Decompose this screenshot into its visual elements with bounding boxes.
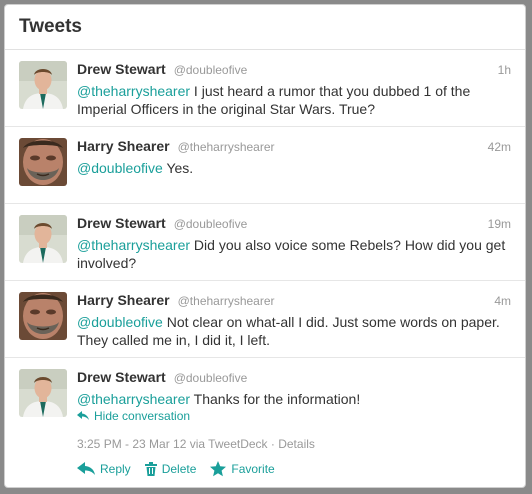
tweets-panel: Tweets Drew Stewart @doubleofive 1h @thehar… <box>4 4 526 488</box>
tweet-text: @theharryshearer I just heard a rumor th… <box>77 82 511 118</box>
tweet-content: Drew Stewart @doubleofive 19m @theharryshea… <box>77 215 511 272</box>
tweet-time[interactable]: 4m <box>494 294 511 308</box>
tweet-item[interactable]: Drew Stewart @doubleofive @theharryshearer… <box>5 358 525 487</box>
panel-title: Tweets <box>19 16 83 37</box>
delete-label[interactable]: Delete <box>162 462 197 476</box>
tweet-body: Yes. <box>162 160 194 176</box>
star-icon <box>210 461 227 477</box>
favorite-button[interactable]: Favorite <box>210 461 275 477</box>
tweet-text: @doubleofive Yes. <box>77 159 511 177</box>
tweet-body: Thanks for the information! <box>190 391 361 407</box>
tweet-text: @doubleofive Not clear on what-all I did… <box>77 313 511 349</box>
hide-conversation-label[interactable]: Hide conversation <box>94 409 190 423</box>
author-handle[interactable]: @theharryshearer <box>178 140 275 154</box>
tweet-item[interactable]: Harry Shearer @theharryshearer 42m @doubleo… <box>5 127 525 204</box>
tweet-content: Harry Shearer @theharryshearer 4m @doubleof… <box>77 292 511 349</box>
mention-link[interactable]: @doubleofive <box>77 160 163 176</box>
separator: · <box>267 437 279 451</box>
reply-label[interactable]: Reply <box>100 462 131 476</box>
via-client: via TweetDeck <box>186 437 268 451</box>
tweet-content: Harry Shearer @theharryshearer 42m @doubleo… <box>77 138 511 177</box>
reply-button[interactable]: Reply <box>77 462 131 476</box>
tweet-content: Drew Stewart @doubleofive 1h @theharryshear… <box>77 61 511 118</box>
tweet-time[interactable]: 1h <box>498 63 511 77</box>
full-timestamp[interactable]: 3:25 PM - 23 Mar 12 <box>77 437 186 451</box>
panel-header: Tweets <box>5 5 525 50</box>
tweet-item[interactable]: Drew Stewart @doubleofive 19m @theharryshea… <box>5 204 525 281</box>
author-name[interactable]: Drew Stewart <box>77 369 166 385</box>
delete-button[interactable]: Delete <box>144 462 197 476</box>
tweet-meta: Drew Stewart @doubleofive <box>77 369 511 389</box>
mention-link[interactable]: @theharryshearer <box>77 391 190 407</box>
author-name[interactable]: Drew Stewart <box>77 215 166 231</box>
author-name[interactable]: Drew Stewart <box>77 61 166 77</box>
details-link[interactable]: Details <box>278 437 315 451</box>
tweet-text: @theharryshearer Did you also voice some… <box>77 236 511 272</box>
favorite-label[interactable]: Favorite <box>231 462 274 476</box>
tweet-meta: Harry Shearer @theharryshearer 42m <box>77 138 511 158</box>
tweet-time[interactable]: 42m <box>488 140 511 154</box>
author-handle[interactable]: @doubleofive <box>174 63 248 77</box>
avatar[interactable] <box>19 61 67 109</box>
avatar[interactable] <box>19 292 67 340</box>
author-handle[interactable]: @theharryshearer <box>178 294 275 308</box>
avatar[interactable] <box>19 138 67 186</box>
tweet-meta: Drew Stewart @doubleofive 19m <box>77 215 511 235</box>
tweet-meta: Harry Shearer @theharryshearer 4m <box>77 292 511 312</box>
tweet-meta: Drew Stewart @doubleofive 1h <box>77 61 511 81</box>
trash-icon <box>144 462 157 476</box>
tweet-list: Drew Stewart @doubleofive 1h @theharryshear… <box>5 50 525 487</box>
tweet-details-line: 3:25 PM - 23 Mar 12 via TweetDeck · Deta… <box>77 437 511 451</box>
tweet-item[interactable]: Harry Shearer @theharryshearer 4m @doubleof… <box>5 281 525 358</box>
mention-link[interactable]: @doubleofive <box>77 314 163 330</box>
avatar[interactable] <box>19 369 67 417</box>
tweet-actions: Reply Delete Favorite <box>77 461 511 477</box>
author-name[interactable]: Harry Shearer <box>77 138 170 154</box>
tweet-text: @theharryshearer Thanks for the informat… <box>77 390 511 408</box>
reply-arrow-icon <box>77 411 89 420</box>
tweet-content: Drew Stewart @doubleofive @theharryshearer… <box>77 369 511 477</box>
hide-conversation-link[interactable]: Hide conversation <box>77 409 511 423</box>
reply-icon <box>77 462 95 475</box>
author-handle[interactable]: @doubleofive <box>174 217 248 231</box>
tweet-item[interactable]: Drew Stewart @doubleofive 1h @theharryshear… <box>5 50 525 127</box>
mention-link[interactable]: @theharryshearer <box>77 237 190 253</box>
author-handle[interactable]: @doubleofive <box>174 371 248 385</box>
author-name[interactable]: Harry Shearer <box>77 292 170 308</box>
mention-link[interactable]: @theharryshearer <box>77 83 190 99</box>
avatar[interactable] <box>19 215 67 263</box>
tweet-time[interactable]: 19m <box>488 217 511 231</box>
